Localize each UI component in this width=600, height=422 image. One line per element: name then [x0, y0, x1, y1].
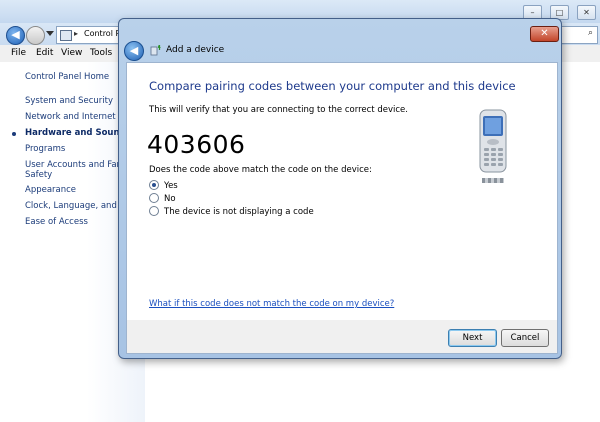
- page-heading: Compare pairing codes between your compu…: [149, 79, 516, 93]
- radio-no[interactable]: [149, 193, 159, 203]
- close-button[interactable]: ✕: [577, 5, 596, 20]
- code-mismatch-help-link[interactable]: What if this code does not match the cod…: [149, 299, 394, 309]
- address-text: Control P: [84, 29, 121, 38]
- dialog-back-arrow-icon[interactable]: ◀: [124, 41, 144, 61]
- option-no-code[interactable]: The device is not displaying a code: [149, 206, 314, 217]
- history-dropdown-icon[interactable]: [46, 31, 54, 36]
- search-input[interactable]: ⌕: [560, 26, 598, 44]
- nav-programs[interactable]: Programs: [25, 144, 65, 154]
- control-panel-icon: [60, 30, 72, 41]
- mobile-phone-icon: [479, 109, 507, 183]
- menu-view[interactable]: View: [61, 48, 82, 58]
- add-device-icon: [150, 45, 161, 56]
- option-no-label: No: [164, 194, 176, 204]
- match-question: Does the code above match the code on th…: [149, 165, 372, 175]
- option-no[interactable]: No: [149, 193, 176, 204]
- dialog-close-button[interactable]: ✕: [530, 26, 559, 42]
- radio-yes[interactable]: [149, 180, 159, 190]
- nav-user-accounts-safety[interactable]: Safety: [25, 170, 52, 180]
- cancel-button[interactable]: Cancel: [501, 329, 549, 347]
- option-yes[interactable]: Yes: [149, 180, 178, 191]
- option-yes-label: Yes: [164, 181, 178, 191]
- search-icon[interactable]: ⌕: [588, 28, 593, 38]
- nav-hardware-and-sound[interactable]: Hardware and Sound: [25, 128, 126, 138]
- address-bar[interactable]: ▸ Control P: [56, 26, 124, 44]
- nav-system-and-security[interactable]: System and Security: [25, 96, 113, 106]
- nav-control-panel-home[interactable]: Control Panel Home: [25, 72, 109, 82]
- menu-edit[interactable]: Edit: [36, 48, 53, 58]
- menu-file[interactable]: File: [11, 48, 26, 58]
- dialog-body: [126, 62, 558, 322]
- forward-arrow-icon[interactable]: [26, 26, 45, 45]
- radio-no-code[interactable]: [149, 206, 159, 216]
- breadcrumb-arrow-icon[interactable]: ▸: [74, 29, 78, 38]
- nav-user-accounts[interactable]: User Accounts and Famil: [25, 160, 130, 170]
- next-button[interactable]: Next: [448, 329, 497, 347]
- pairing-code: 403606: [147, 130, 246, 159]
- active-bullet-icon: [12, 132, 16, 136]
- nav-network-and-internet[interactable]: Network and Internet: [25, 112, 116, 122]
- dialog-title: Add a device: [166, 45, 225, 55]
- nav-ease-of-access[interactable]: Ease of Access: [25, 217, 88, 227]
- back-arrow-icon[interactable]: ◀: [6, 26, 25, 45]
- description-text: This will verify that you are connecting…: [149, 105, 408, 115]
- nav-appearance[interactable]: Appearance: [25, 185, 76, 195]
- nav-clock-language-region[interactable]: Clock, Language, and Re: [25, 201, 130, 211]
- menu-tools[interactable]: Tools: [90, 48, 112, 58]
- option-no-code-label: The device is not displaying a code: [164, 207, 314, 217]
